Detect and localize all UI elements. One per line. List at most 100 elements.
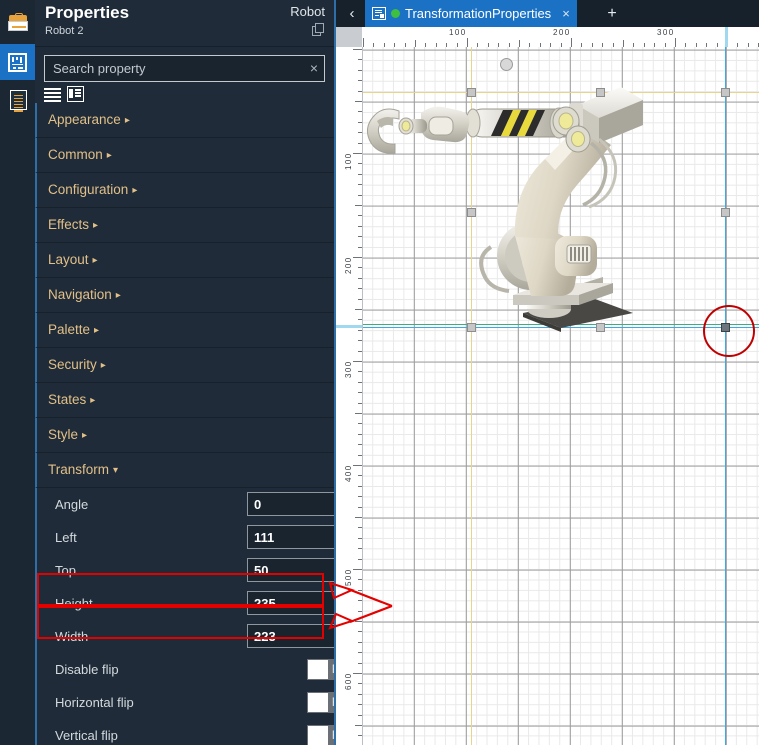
property-category-palette[interactable]: Palette ▸ (35, 313, 334, 348)
rail-item-properties[interactable] (0, 44, 35, 80)
page-file-icon (372, 7, 386, 20)
grouped-tree-view-icon[interactable] (67, 86, 84, 102)
property-input-height[interactable] (247, 591, 334, 615)
design-canvas[interactable] (363, 47, 759, 745)
ruler-tick (355, 621, 362, 622)
ruler-tick (358, 558, 362, 560)
rail-item-toolbox[interactable] (3, 5, 33, 41)
ruler-tick (358, 423, 362, 425)
ruler-tick (358, 433, 362, 435)
ruler-tick (355, 205, 362, 206)
category-label: Transform (48, 462, 110, 477)
chevron-down-icon: ▾ (113, 465, 119, 476)
chevron-right-icon: ▸ (115, 290, 121, 301)
handle-top-left[interactable] (467, 88, 476, 97)
clear-search-icon[interactable]: × (310, 59, 318, 78)
ruler-tick (358, 652, 362, 654)
category-label: Appearance (48, 112, 121, 127)
property-category-navigation[interactable]: Navigation ▸ (35, 278, 334, 313)
chevron-right-icon: ▸ (82, 430, 88, 441)
category-label: Security (48, 357, 97, 372)
category-label: Layout (48, 252, 89, 267)
property-input-width[interactable] (247, 624, 334, 648)
search-input[interactable] (44, 55, 325, 82)
handle-bottom-center[interactable] (596, 323, 605, 332)
property-category-effects[interactable]: Effects ▸ (35, 208, 334, 243)
new-tab-button[interactable]: + (601, 0, 623, 27)
handle-top-right[interactable] (721, 88, 730, 97)
category-label: Navigation (48, 287, 112, 302)
property-category-style[interactable]: Style ▸ (35, 418, 334, 453)
ruler-label: 400 (344, 464, 353, 482)
ruler-tick (358, 485, 362, 487)
increase-decrease-note: Increase/Decrease to resize (730, 586, 759, 620)
rotate-handle[interactable] (500, 58, 513, 71)
property-input-left[interactable] (247, 525, 334, 549)
tab-close-icon[interactable]: × (562, 6, 570, 21)
ruler-tick (467, 38, 468, 47)
ruler-tick (358, 246, 362, 248)
robot-arm-image[interactable] (363, 47, 759, 745)
ruler-tick (358, 329, 362, 331)
ruler-tick (353, 673, 362, 674)
property-category-layout[interactable]: Layout ▸ (35, 243, 334, 278)
property-input-angle[interactable] (247, 492, 334, 516)
property-toggle-vertical-flip[interactable]: False (307, 725, 334, 745)
chevron-right-icon: ▸ (132, 185, 138, 196)
document-list-icon (9, 90, 27, 112)
ruler-selection-marker-v (336, 325, 362, 328)
vertical-ruler[interactable]: 100 200 300 400 500 600 (336, 47, 363, 745)
page-title: Properties (45, 3, 130, 22)
flat-list-view-icon[interactable] (44, 86, 61, 102)
app-root: Properties Robot 2 Robot × Appearance▸Co… (0, 0, 759, 745)
property-category-transform[interactable]: Transform ▾ (35, 453, 334, 488)
handle-top-center[interactable] (596, 88, 605, 97)
property-row-vertical-flip: Vertical flip False (35, 719, 334, 745)
ruler-label: 500 (344, 568, 353, 586)
chevron-right-icon: ▸ (100, 360, 106, 371)
property-category-appearance[interactable]: Appearance ▸ (35, 103, 334, 138)
property-category-security[interactable]: Security ▸ (35, 348, 334, 383)
copy-icon[interactable] (312, 23, 325, 37)
handle-bottom-left[interactable] (467, 323, 476, 332)
property-row-angle: Angle (35, 488, 334, 521)
chevron-right-icon: ▸ (106, 150, 112, 161)
ruler-tick (358, 80, 362, 82)
category-label: Effects (48, 217, 90, 232)
property-toggle-disable-flip[interactable]: False (307, 659, 334, 680)
ruler-tick (355, 413, 362, 414)
property-category-configuration[interactable]: Configuration ▸ (35, 173, 334, 208)
horizontal-ruler[interactable]: 100 200 300 (336, 27, 759, 48)
ruler-tick (358, 610, 362, 612)
property-label: Left (55, 530, 77, 545)
ruler-label: 100 (449, 28, 467, 37)
search-container: × (44, 55, 325, 82)
chevron-right-icon: ▸ (90, 395, 96, 406)
ruler-tick (358, 350, 362, 352)
category-label: Palette (48, 322, 91, 337)
property-input-top[interactable] (247, 558, 334, 582)
handle-middle-right[interactable] (721, 208, 730, 217)
rail-item-resources[interactable] (3, 82, 33, 118)
tab-transformationproperties[interactable]: TransformationProperties × (365, 0, 577, 27)
ruler-tick (358, 236, 362, 238)
tab-status-dot (391, 9, 400, 18)
ruler-tick (358, 454, 362, 456)
property-label: Width (55, 629, 89, 644)
ruler-tick (358, 444, 362, 446)
ruler-tick (358, 184, 362, 186)
property-category-states[interactable]: States ▸ (35, 383, 334, 418)
property-category-common[interactable]: Common ▸ (35, 138, 334, 173)
tab-back-button[interactable]: ‹ (340, 0, 364, 27)
ruler-label: 100 (344, 152, 353, 170)
property-toggle-horizontal-flip[interactable]: False (307, 692, 334, 713)
ruler-tick (358, 579, 362, 581)
chevron-right-icon: ▸ (92, 255, 98, 266)
ruler-tick (358, 402, 362, 404)
ruler-tick (519, 40, 520, 47)
ruler-label: 200 (553, 28, 571, 37)
chevron-right-icon: ▸ (124, 115, 130, 126)
ruler-tick (358, 142, 362, 144)
handle-middle-left[interactable] (467, 208, 476, 217)
chevron-right-icon: ▸ (94, 325, 100, 336)
